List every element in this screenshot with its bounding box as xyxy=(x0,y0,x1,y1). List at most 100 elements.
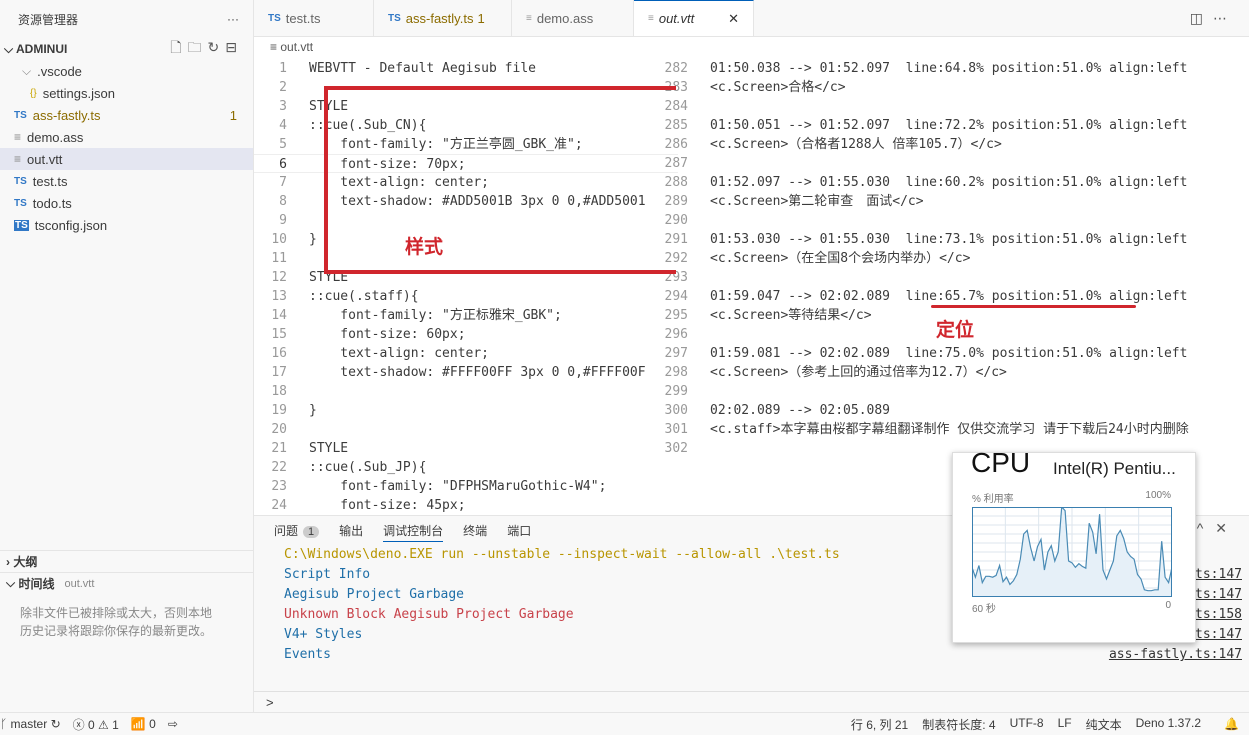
code-line: 288 01:52.097 --> 01:55.030 line:60.2% po… xyxy=(664,175,1188,190)
typescript-icon: TS xyxy=(14,109,27,121)
explorer-sidebar: 资源管理器 ··· ⌵ ADMINUI 🗋🗀↻⊟ ⌵ .vscode{} settin… xyxy=(0,0,254,712)
file-tree-item[interactable]: ≡ out.vtt xyxy=(0,148,253,170)
file-tree-item[interactable]: TS ass-fastly.ts 1 xyxy=(0,104,253,126)
code-line: 290 xyxy=(664,213,688,228)
file-tree-item[interactable]: {} settings.json xyxy=(0,82,253,104)
file-icon: ≡ xyxy=(648,13,654,24)
panel-tab[interactable]: 输出 xyxy=(339,522,363,542)
indentation[interactable]: 制表符长度: 4 xyxy=(922,716,995,733)
code-line: 285 01:50.051 --> 01:52.097 line:72.2% po… xyxy=(664,118,1188,133)
code-line: 287 xyxy=(664,156,688,171)
panel-tab[interactable]: 问题 1 xyxy=(274,522,320,542)
code-line: 297 01:59.081 --> 02:02.089 line:75.0% po… xyxy=(664,346,1188,361)
code-line: 17 text-shadow: #FFFF00FF 3px 0 0,#FFFF0… xyxy=(271,365,646,380)
split-editor-icon[interactable]: ◫ xyxy=(1190,10,1213,26)
code-line: 294 01:59.047 --> 02:02.089 line:65.7% po… xyxy=(664,289,1188,304)
code-line: 1 WEBVTT - Default Aegisub file xyxy=(279,61,536,76)
panel-tab[interactable]: 调试控制台 xyxy=(383,522,444,542)
source-link[interactable]: ts:147 xyxy=(1195,625,1242,645)
notifications-icon[interactable]: 🔔 xyxy=(1224,717,1239,731)
code-line: 289 <c.Screen>第二轮审查 面试</c> xyxy=(664,194,924,209)
code-line: 284 xyxy=(664,99,688,114)
typescript-icon: TS xyxy=(14,197,27,209)
tab-demo-ass[interactable]: ≡ demo.ass xyxy=(512,0,634,36)
more-actions-icon[interactable]: ⋯ xyxy=(1213,10,1237,26)
workspace-root[interactable]: ⌵ ADMINUI 🗋🗀↻⊟ xyxy=(0,38,253,60)
typescript-icon: TS xyxy=(268,12,281,24)
file-tree-item[interactable]: TS test.ts xyxy=(0,170,253,192)
chevron-down-icon: ⌵ xyxy=(6,576,19,590)
typescript-icon: TS xyxy=(388,12,401,24)
code-line: 18 xyxy=(271,384,287,399)
runtime-version[interactable]: Deno 1.37.2 xyxy=(1136,716,1201,733)
close-panel-icon[interactable]: ✕ xyxy=(1215,520,1239,536)
json-icon: {} xyxy=(30,87,37,99)
branch-item[interactable]: ᚴ master ↻ xyxy=(0,717,61,731)
console-line: Events ass-fastly.ts:147 xyxy=(254,645,1249,665)
source-link[interactable]: ass-fastly.ts:147 xyxy=(1109,645,1242,665)
code-line: 299 xyxy=(664,384,688,399)
ports-item[interactable]: 📶 0 xyxy=(131,717,156,731)
source-link[interactable]: ts:147 xyxy=(1195,565,1242,585)
breadcrumb[interactable]: ≡ out.vtt xyxy=(270,40,313,54)
code-line: 298 <c.Screen>（参考上回的通过倍率为12.7）</c> xyxy=(664,365,1007,380)
position-annotation-label: 定位 xyxy=(936,320,975,341)
tab-ass-fastly-ts[interactable]: TS ass-fastly.ts 1 xyxy=(374,0,512,36)
new-folder-icon[interactable]: 🗀 xyxy=(188,39,208,55)
folder-icon: ⌵ xyxy=(22,63,32,78)
code-line: 292 <c.Screen>（在全国8个会场内举办）</c> xyxy=(664,251,971,266)
collapse-all-icon[interactable]: ⊟ xyxy=(225,39,243,55)
tab-out-vtt[interactable]: ≡ out.vtt ✕ xyxy=(634,0,754,36)
code-line: 19} xyxy=(271,403,317,418)
new-file-icon[interactable]: 🗋 xyxy=(170,39,187,55)
typescript-icon: TS xyxy=(14,175,27,187)
file-tree-item[interactable]: TS tsconfig.json xyxy=(0,214,253,236)
position-underline xyxy=(931,305,1136,308)
panel-tab[interactable]: 端口 xyxy=(507,522,531,542)
file-tree-item[interactable]: TS todo.ts xyxy=(0,192,253,214)
chevron-down-icon: ⌵ xyxy=(4,41,16,56)
encoding[interactable]: UTF-8 xyxy=(1010,716,1044,733)
code-line: 283 <c.Screen>合格</c> xyxy=(664,80,846,95)
maximize-panel-icon[interactable]: ^ xyxy=(1197,520,1216,536)
outline-section[interactable]: › 大纲 xyxy=(0,550,253,572)
close-tab-icon[interactable]: ✕ xyxy=(728,11,739,27)
source-link[interactable]: ts:158 xyxy=(1195,605,1242,625)
language-mode[interactable]: 纯文本 xyxy=(1086,716,1122,733)
code-line: 282 01:50.038 --> 01:52.097 line:64.8% po… xyxy=(664,61,1188,76)
file-icon: ≡ xyxy=(526,12,532,24)
line-ending[interactable]: LF xyxy=(1058,716,1072,733)
problems-item[interactable]: ⓧ 0 ⚠ 1 xyxy=(73,716,119,733)
code-line: 14 font-family: "方正标雅宋_GBK"; xyxy=(271,308,562,323)
code-line: 286 <c.Screen>（合格者1288人 倍率105.7）</c> xyxy=(664,137,1002,152)
timeline-section[interactable]: ⌵ 时间线 out.vtt xyxy=(0,572,253,594)
tab-test-ts[interactable]: TS test.ts xyxy=(254,0,374,36)
code-line: 22::cue(.Sub_JP){ xyxy=(271,460,427,475)
cpu-usage-graph xyxy=(972,507,1172,597)
console-input[interactable]: > xyxy=(254,691,1249,713)
refresh-icon[interactable]: ↻ xyxy=(208,39,226,55)
cpu-title: CPU xyxy=(971,447,1031,478)
explorer-title: 资源管理器 xyxy=(18,12,79,27)
panel-tab[interactable]: 终端 xyxy=(463,522,487,542)
file-icon: ≡ xyxy=(14,130,22,144)
problems-badge: 1 xyxy=(303,526,320,538)
timeline-message: 除非文件已被排除或太大，否则本地 历史记录将跟踪你保存的最新更改。 xyxy=(20,606,213,638)
typescript-icon: TS xyxy=(14,219,29,231)
file-tree-item[interactable]: ≡ demo.ass xyxy=(0,126,253,148)
code-line: 293 xyxy=(664,270,688,285)
code-line: 291 01:53.030 --> 01:55.030 line:73.1% po… xyxy=(664,232,1188,247)
code-line: 16 text-align: center; xyxy=(271,346,490,361)
code-line: 13::cue(.staff){ xyxy=(271,289,419,304)
status-bar: ᚴ master ↻ ⓧ 0 ⚠ 1 📶 0 ⇨ 行 6, 列 21 制表符长度… xyxy=(0,712,1249,735)
editor-tabs: TS test.ts TS ass-fastly.ts 1 ≡ demo.ass ≡ out.v… xyxy=(254,0,1249,37)
more-actions-icon[interactable]: ··· xyxy=(227,12,239,26)
file-icon: ≡ xyxy=(14,152,22,166)
code-line: 23 font-family: "DFPHSMaruGothic-W4"; xyxy=(271,479,607,494)
cursor-position[interactable]: 行 6, 列 21 xyxy=(851,716,908,733)
code-line: 301 <c.staff>本字幕由桜都字幕组翻译制作 仅供交流学习 请于下载后24… xyxy=(664,422,1189,437)
editor-right-pane[interactable]: 282 01:50.038 --> 01:52.097 line:64.8% po… xyxy=(660,59,1249,458)
debug-icon[interactable]: ⇨ xyxy=(168,717,178,731)
file-tree-item[interactable]: ⌵ .vscode xyxy=(0,60,253,82)
source-link[interactable]: ts:147 xyxy=(1195,585,1242,605)
